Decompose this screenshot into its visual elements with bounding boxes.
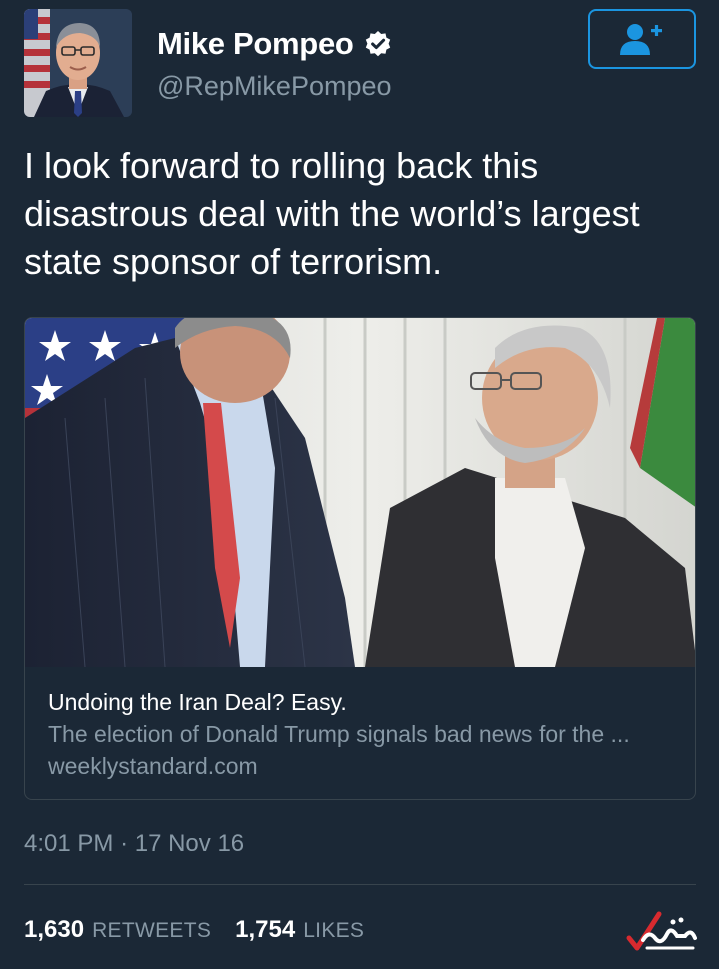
card-title: Undoing the Iran Deal? Easy. [48,689,347,715]
avatar[interactable] [24,9,132,117]
timestamp-separator: · [120,830,129,857]
tweet-date: 17 Nov 16 [134,830,245,857]
tweet-text-line: state sponsor of terrorism. [24,241,443,282]
tweet-text-line: I look forward to rolling back this [24,145,539,186]
card-domain: weeklystandard.com [48,753,258,779]
verified-badge-icon [364,30,392,58]
retweets-stat[interactable]: 1,630 RETWEETS [24,916,211,944]
tweet-timestamp[interactable]: 4:01 PM · 17 Nov 16 [24,830,244,858]
author-handle[interactable]: @RepMikePompeo [157,71,392,102]
divider [24,884,696,885]
likes-label: LIKES [303,919,365,942]
link-card[interactable]: Undoing the Iran Deal? Easy. The electio… [24,317,696,800]
follow-button[interactable] [588,9,696,69]
add-user-icon [620,24,662,55]
tweet-text-line: disastrous deal with the world’s largest [24,193,640,234]
tweet-stats: 1,630 RETWEETS 1,754 LIKES [24,916,364,944]
tweet-text: I look forward to rolling back this disa… [24,142,704,286]
author-name-row: Mike Pompeo [157,26,392,62]
author-name[interactable]: Mike Pompeo [157,26,354,62]
tweet: Mike Pompeo @RepMikePompeo I look forwar… [0,0,719,969]
retweets-count: 1,630 [24,916,85,943]
card-description: The election of Donald Trump signals bad… [48,721,630,747]
retweets-label: RETWEETS [92,919,212,942]
tweet-time: 4:01 PM [24,830,114,857]
avatar-photo [24,9,132,117]
likes-stat[interactable]: 1,754 LIKES [235,916,364,944]
watermark-logo-icon [626,911,697,951]
likes-count: 1,754 [235,916,296,943]
card-text: Undoing the Iran Deal? Easy. The electio… [48,686,675,782]
card-image[interactable] [25,318,696,667]
